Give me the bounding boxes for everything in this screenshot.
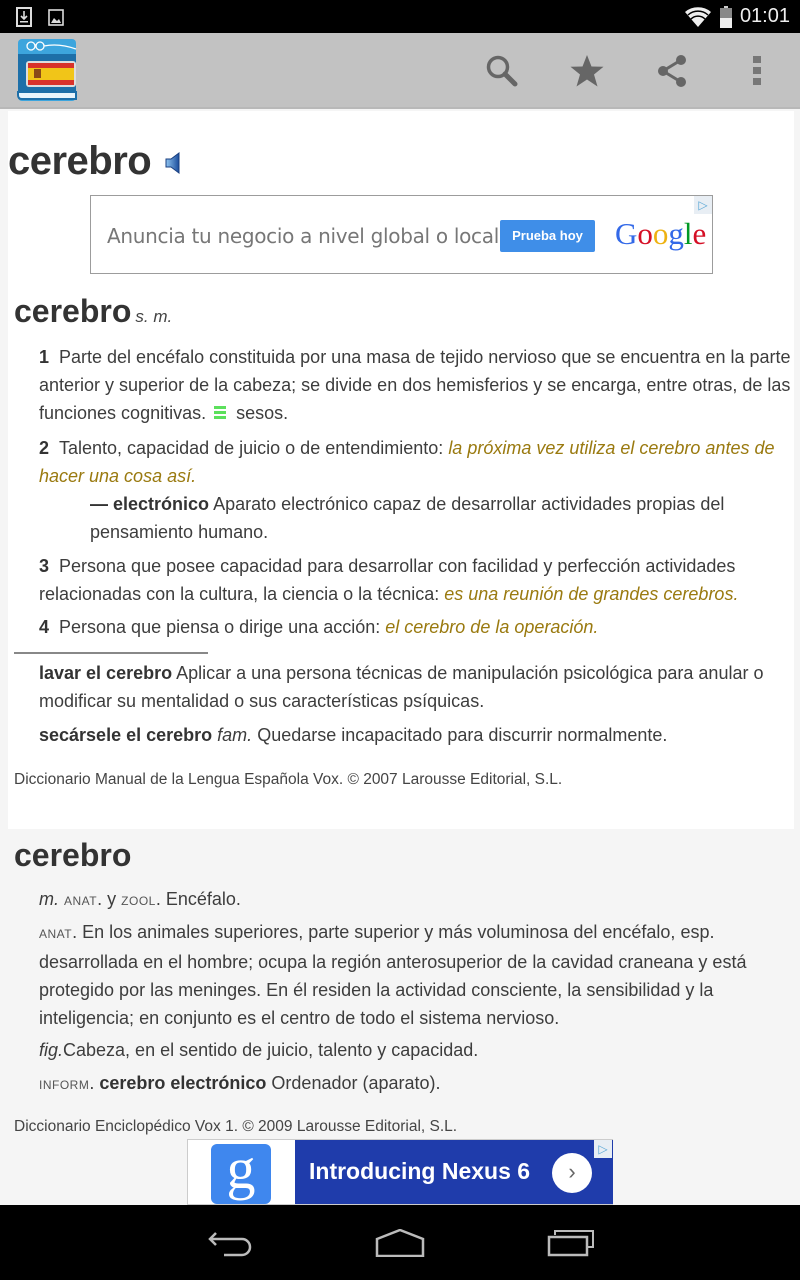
sense-number: 1 <box>39 347 50 367</box>
ad-text: Introducing Nexus 6 <box>309 1158 531 1184</box>
download-notification-icon <box>16 7 32 27</box>
image-notification-icon <box>48 9 64 26</box>
sense-text: Persona que piensa o dirige una acción: <box>59 617 381 637</box>
definition-text: En los animales superiores, parte superi… <box>39 922 747 1028</box>
subentry-term: electrónico <box>113 494 210 514</box>
definition-text: Cabeza, en el sentido de juicio, talento… <box>63 1040 479 1060</box>
back-icon <box>208 1232 252 1257</box>
definition-text: Encéfalo. <box>165 889 241 909</box>
field-label: fig. <box>39 1040 64 1060</box>
search-button[interactable] <box>482 51 522 91</box>
wifi-icon <box>684 6 711 27</box>
search-icon <box>486 55 518 87</box>
battery-icon <box>719 5 732 28</box>
action-bar <box>0 33 800 109</box>
entry-headword: cerebro s. m. <box>14 293 794 330</box>
adchoices-icon[interactable]: ▷ <box>594 1140 612 1158</box>
synonym-icon <box>214 406 227 419</box>
sense-number: 4 <box>39 617 50 637</box>
status-bar: 01:01 <box>0 0 800 33</box>
entry2-line-2: anat. En los animales superiores, parte … <box>39 922 747 1028</box>
favorite-button[interactable] <box>567 51 607 91</box>
part-of-speech: s. m. <box>135 307 173 326</box>
field-label: zool <box>121 894 156 908</box>
entry2-line-4: inform. cerebro electrónico Ordenador (a… <box>39 1073 441 1093</box>
overflow-menu-button[interactable] <box>737 51 777 91</box>
ad-banner-top[interactable]: Anuncia tu negocio a nivel global o loca… <box>90 195 713 274</box>
field-label: anat <box>64 894 98 908</box>
share-icon <box>658 55 686 87</box>
pos-label: m. <box>39 889 59 909</box>
source-credit-2: Diccionario Enciclopédico Vox 1. © 2009 … <box>14 1118 458 1135</box>
navigation-bar <box>0 1205 800 1280</box>
overflow-menu-icon <box>753 56 761 85</box>
sense-2: 2 Talento, capacidad de juicio o de enten… <box>39 434 791 490</box>
google-app-icon: g <box>211 1140 271 1204</box>
sense-text: Parte del encéfalo constituida por una m… <box>39 347 791 423</box>
subentry: — electrónico Aparato electrónico capaz … <box>90 490 770 546</box>
back-button[interactable] <box>200 1223 260 1263</box>
sense-4: 4 Persona que piensa o dirige una acción:… <box>39 613 791 641</box>
sense-number: 2 <box>39 438 50 458</box>
sense-3: 3 Persona que posee capacidad para desarr… <box>39 552 791 608</box>
ad-text: Anuncia tu negocio a nivel global o loca… <box>107 224 506 248</box>
phrase-term: lavar el cerebro <box>39 663 173 683</box>
entry2-line-3: fig.Cabeza, en el sentido de juicio, tal… <box>39 1036 791 1064</box>
entry2-headword: cerebro <box>14 837 794 874</box>
clock: 01:01 <box>739 5 790 27</box>
share-button[interactable] <box>652 51 692 91</box>
field-label: anat <box>39 927 73 941</box>
source-credit: Diccionario Manual de la Lengua Española… <box>14 771 563 788</box>
phrase-term: secársele el cerebro <box>39 725 213 745</box>
phrase-text: Quedarse incapacitado para discurrir nor… <box>257 725 668 745</box>
google-logo: Google <box>615 216 707 251</box>
ad-banner-bottom[interactable]: g Introducing Nexus 6 › ▷ <box>187 1139 613 1205</box>
entry-headword-text: cerebro <box>14 293 132 329</box>
phrase-1: lavar el cerebro Aplicar a una persona t… <box>39 659 791 715</box>
star-icon <box>570 55 604 87</box>
speaker-icon[interactable] <box>164 151 186 175</box>
chevron-right-icon[interactable]: › <box>552 1153 592 1193</box>
synonym-link[interactable]: sesos. <box>236 403 288 423</box>
sense-text: Talento, capacidad de juicio o de entend… <box>59 438 444 458</box>
entry2-line-1: m. anat. y zool. Encéfalo. <box>39 889 241 909</box>
home-button[interactable] <box>370 1223 430 1263</box>
entry2-headword-text: cerebro <box>14 837 132 873</box>
sense-number: 3 <box>39 556 50 576</box>
conjunction: y <box>107 889 117 909</box>
recent-apps-button[interactable] <box>541 1223 601 1263</box>
divider <box>14 652 208 654</box>
field-label: inform <box>39 1078 90 1092</box>
sense-1: 1 Parte del encéfalo constituida por una … <box>39 343 791 427</box>
spanish-dictionary-app-icon[interactable] <box>14 37 80 103</box>
ad-banner-body[interactable]: Introducing Nexus 6 › <box>295 1140 613 1204</box>
adchoices-icon[interactable]: ▷ <box>694 196 712 214</box>
ad-cta-button[interactable]: Prueba hoy <box>500 220 595 252</box>
example-text: el cerebro de la operación. <box>385 617 599 637</box>
definition-content[interactable]: cerebro Anuncia tu negocio a nivel globa… <box>0 111 800 1205</box>
definition-text: Ordenador (aparato). <box>271 1073 441 1093</box>
home-icon <box>375 1229 425 1257</box>
page-title: cerebro <box>8 139 152 183</box>
phrase-label: fam. <box>217 725 253 745</box>
subentry-dash: — <box>90 494 108 514</box>
term: cerebro electrónico <box>99 1073 267 1093</box>
phrase-2: secársele el cerebro fam. Quedarse incap… <box>39 721 791 749</box>
example-text: es una reunión de grandes cerebros. <box>444 584 739 604</box>
recent-apps-icon <box>547 1230 594 1257</box>
